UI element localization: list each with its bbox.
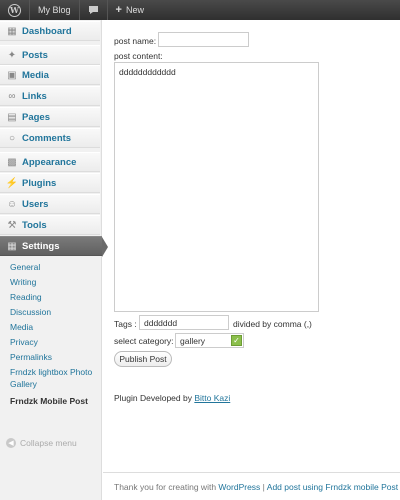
dashboard-icon: ▦ [7, 25, 17, 37]
plugin-footer-link[interactable]: Add post using Frndzk mobile Post [267, 482, 398, 492]
plugin-credit: Plugin Developed by Bitto Kazi [114, 393, 230, 403]
users-icon: ☺ [6, 198, 18, 210]
menu-dashboard[interactable]: ▦ Dashboard [0, 21, 100, 41]
tools-icon: ⚒ [7, 219, 17, 231]
collapse-arrow-icon: ◀ [6, 438, 16, 448]
site-name: My Blog [38, 5, 71, 15]
settings-icon: ▦ [7, 240, 17, 252]
menu-label: Appearance [22, 156, 77, 168]
wordpress-menu[interactable]: W [0, 0, 30, 20]
category-selected-value: gallery [180, 336, 206, 346]
comment-bubble-icon [88, 5, 99, 15]
admin-sidebar: ▦ Dashboard ✦ Posts ▣ Media ∞ Links ▤ Pa… [0, 20, 108, 500]
submenu-lightbox-gallery-cont[interactable]: Gallery [10, 379, 37, 389]
publish-post-button[interactable]: Publish Post [114, 351, 172, 367]
tags-input[interactable] [139, 315, 229, 330]
plugin-icon: ⚡ [5, 177, 19, 189]
credit-prefix: Plugin Developed by [114, 393, 195, 403]
menu-pages[interactable]: ▤ Pages [0, 107, 100, 127]
post-content-label: post content: [114, 51, 163, 61]
menu-appearance[interactable]: ▩ Appearance [0, 152, 100, 172]
submenu-media[interactable]: Media [10, 322, 33, 332]
submenu-discussion[interactable]: Discussion [10, 307, 51, 317]
pages-icon: ▤ [7, 111, 17, 123]
menu-label: Media [22, 69, 49, 81]
menu-settings[interactable]: ▦ Settings [0, 236, 108, 257]
site-name-link[interactable]: My Blog [30, 0, 80, 20]
link-icon: ∞ [8, 90, 16, 102]
chevron-down-icon: ✓ [231, 335, 242, 346]
collapse-menu-button[interactable]: ◀ Collapse menu [6, 438, 77, 448]
admin-bar: W My Blog + New [0, 0, 400, 20]
menu-users[interactable]: ☺ Users [0, 194, 100, 214]
category-select[interactable]: gallery ✓ [175, 333, 244, 348]
menu-comments[interactable]: ○ Comments [0, 128, 100, 148]
comments-button[interactable] [80, 0, 108, 20]
post-name-input[interactable] [158, 32, 249, 47]
menu-label: Plugins [22, 177, 57, 189]
wordpress-logo-icon: W [8, 3, 21, 17]
pushpin-icon: ✦ [7, 49, 17, 61]
wordpress-link[interactable]: WordPress [218, 482, 260, 492]
comment-icon: ○ [8, 132, 16, 144]
menu-label: Pages [22, 111, 50, 123]
post-content-textarea[interactable]: dddddddddddd [114, 62, 319, 312]
submenu-general[interactable]: General [10, 262, 40, 272]
menu-posts[interactable]: ✦ Posts [0, 45, 100, 65]
main-content: post name: post content: dddddddddddd Ta… [103, 20, 400, 500]
category-label: select category: [114, 336, 174, 346]
media-icon: ▣ [7, 69, 17, 81]
footer-prefix: Thank you for creating with [114, 482, 219, 492]
post-name-label: post name: [114, 36, 157, 46]
footer: Thank you for creating with WordPress | … [103, 472, 400, 492]
appearance-icon: ▩ [7, 156, 17, 168]
menu-label: Users [22, 198, 49, 210]
submenu-writing[interactable]: Writing [10, 277, 36, 287]
tags-hint: divided by comma (,) [233, 319, 312, 329]
menu-label: Settings [22, 240, 60, 252]
plus-icon: + [115, 4, 122, 16]
menu-label: Links [22, 90, 47, 102]
menu-tools[interactable]: ⚒ Tools [0, 215, 100, 235]
menu-label: Comments [22, 132, 72, 144]
tags-label: Tags : [114, 319, 137, 329]
new-content-button[interactable]: + New [108, 0, 152, 20]
submenu-lightbox-gallery[interactable]: Frndzk lightbox Photo [10, 367, 92, 377]
menu-label: Posts [22, 49, 48, 61]
credit-author-link[interactable]: Bitto Kazi [194, 393, 230, 403]
new-label: New [125, 5, 144, 15]
menu-label: Dashboard [22, 25, 72, 37]
menu-label: Tools [22, 219, 47, 231]
collapse-label: Collapse menu [20, 438, 77, 448]
menu-links[interactable]: ∞ Links [0, 86, 100, 106]
menu-plugins[interactable]: ⚡ Plugins [0, 173, 100, 193]
submenu-permalinks[interactable]: Permalinks [10, 352, 52, 362]
menu-media[interactable]: ▣ Media [0, 65, 100, 85]
submenu-privacy[interactable]: Privacy [10, 337, 38, 347]
submenu-reading[interactable]: Reading [10, 292, 42, 302]
submenu-mobile-post[interactable]: Frndzk Mobile Post [10, 396, 88, 406]
